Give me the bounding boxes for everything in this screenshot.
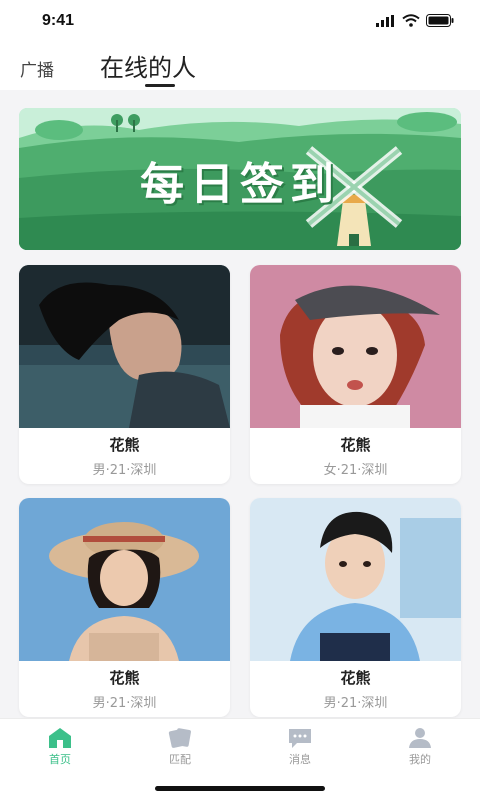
user-photo [19,498,230,661]
signal-icon [376,14,394,27]
user-name: 花熊 [340,669,371,687]
nav-messages[interactable]: 消息 [260,727,340,767]
profile-icon [409,728,431,748]
nav-label: 首页 [49,753,71,766]
top-tabs: 广播 在线的人 [0,44,480,90]
status-time: 9:41 [42,12,75,29]
tab-broadcast[interactable]: 广播 [20,56,54,81]
user-meta: 男·21·深圳 [323,696,388,711]
user-photo [250,265,461,428]
user-card[interactable]: 花熊 女·21·深圳 [250,265,461,484]
user-card[interactable]: 花熊 男·21·深圳 [250,498,461,717]
user-name: 花熊 [109,669,140,687]
wifi-icon [402,14,420,27]
nav-match[interactable]: 匹配 [140,727,220,767]
user-card[interactable]: 花熊 男·21·深圳 [19,265,230,484]
nav-home[interactable]: 首页 [20,727,100,767]
nav-label: 匹配 [169,753,191,766]
user-card[interactable]: 花熊 男·21·深圳 [19,498,230,717]
banner-title: 每日签到 [140,159,340,210]
cards-icon [168,728,191,748]
home-icon [49,728,71,748]
user-name: 花熊 [109,436,140,454]
user-meta: 男·21·深圳 [92,463,157,478]
home-indicator [155,786,325,791]
battery-icon [426,14,454,27]
daily-checkin-banner[interactable]: 每日签到 [19,108,461,250]
user-name: 花熊 [340,436,371,454]
user-meta: 男·21·深圳 [92,696,157,711]
user-meta: 女·21·深圳 [323,463,388,478]
nav-profile[interactable]: 我的 [380,727,460,767]
user-photo [19,265,230,428]
user-photo [250,498,461,661]
nav-label: 消息 [289,753,311,766]
message-icon [289,729,311,748]
nav-label: 我的 [409,753,431,766]
tab-online-people[interactable]: 在线的人 [100,48,196,83]
status-bar: 9:41 [0,0,480,44]
status-icons [376,14,454,27]
active-tab-indicator [145,84,175,87]
